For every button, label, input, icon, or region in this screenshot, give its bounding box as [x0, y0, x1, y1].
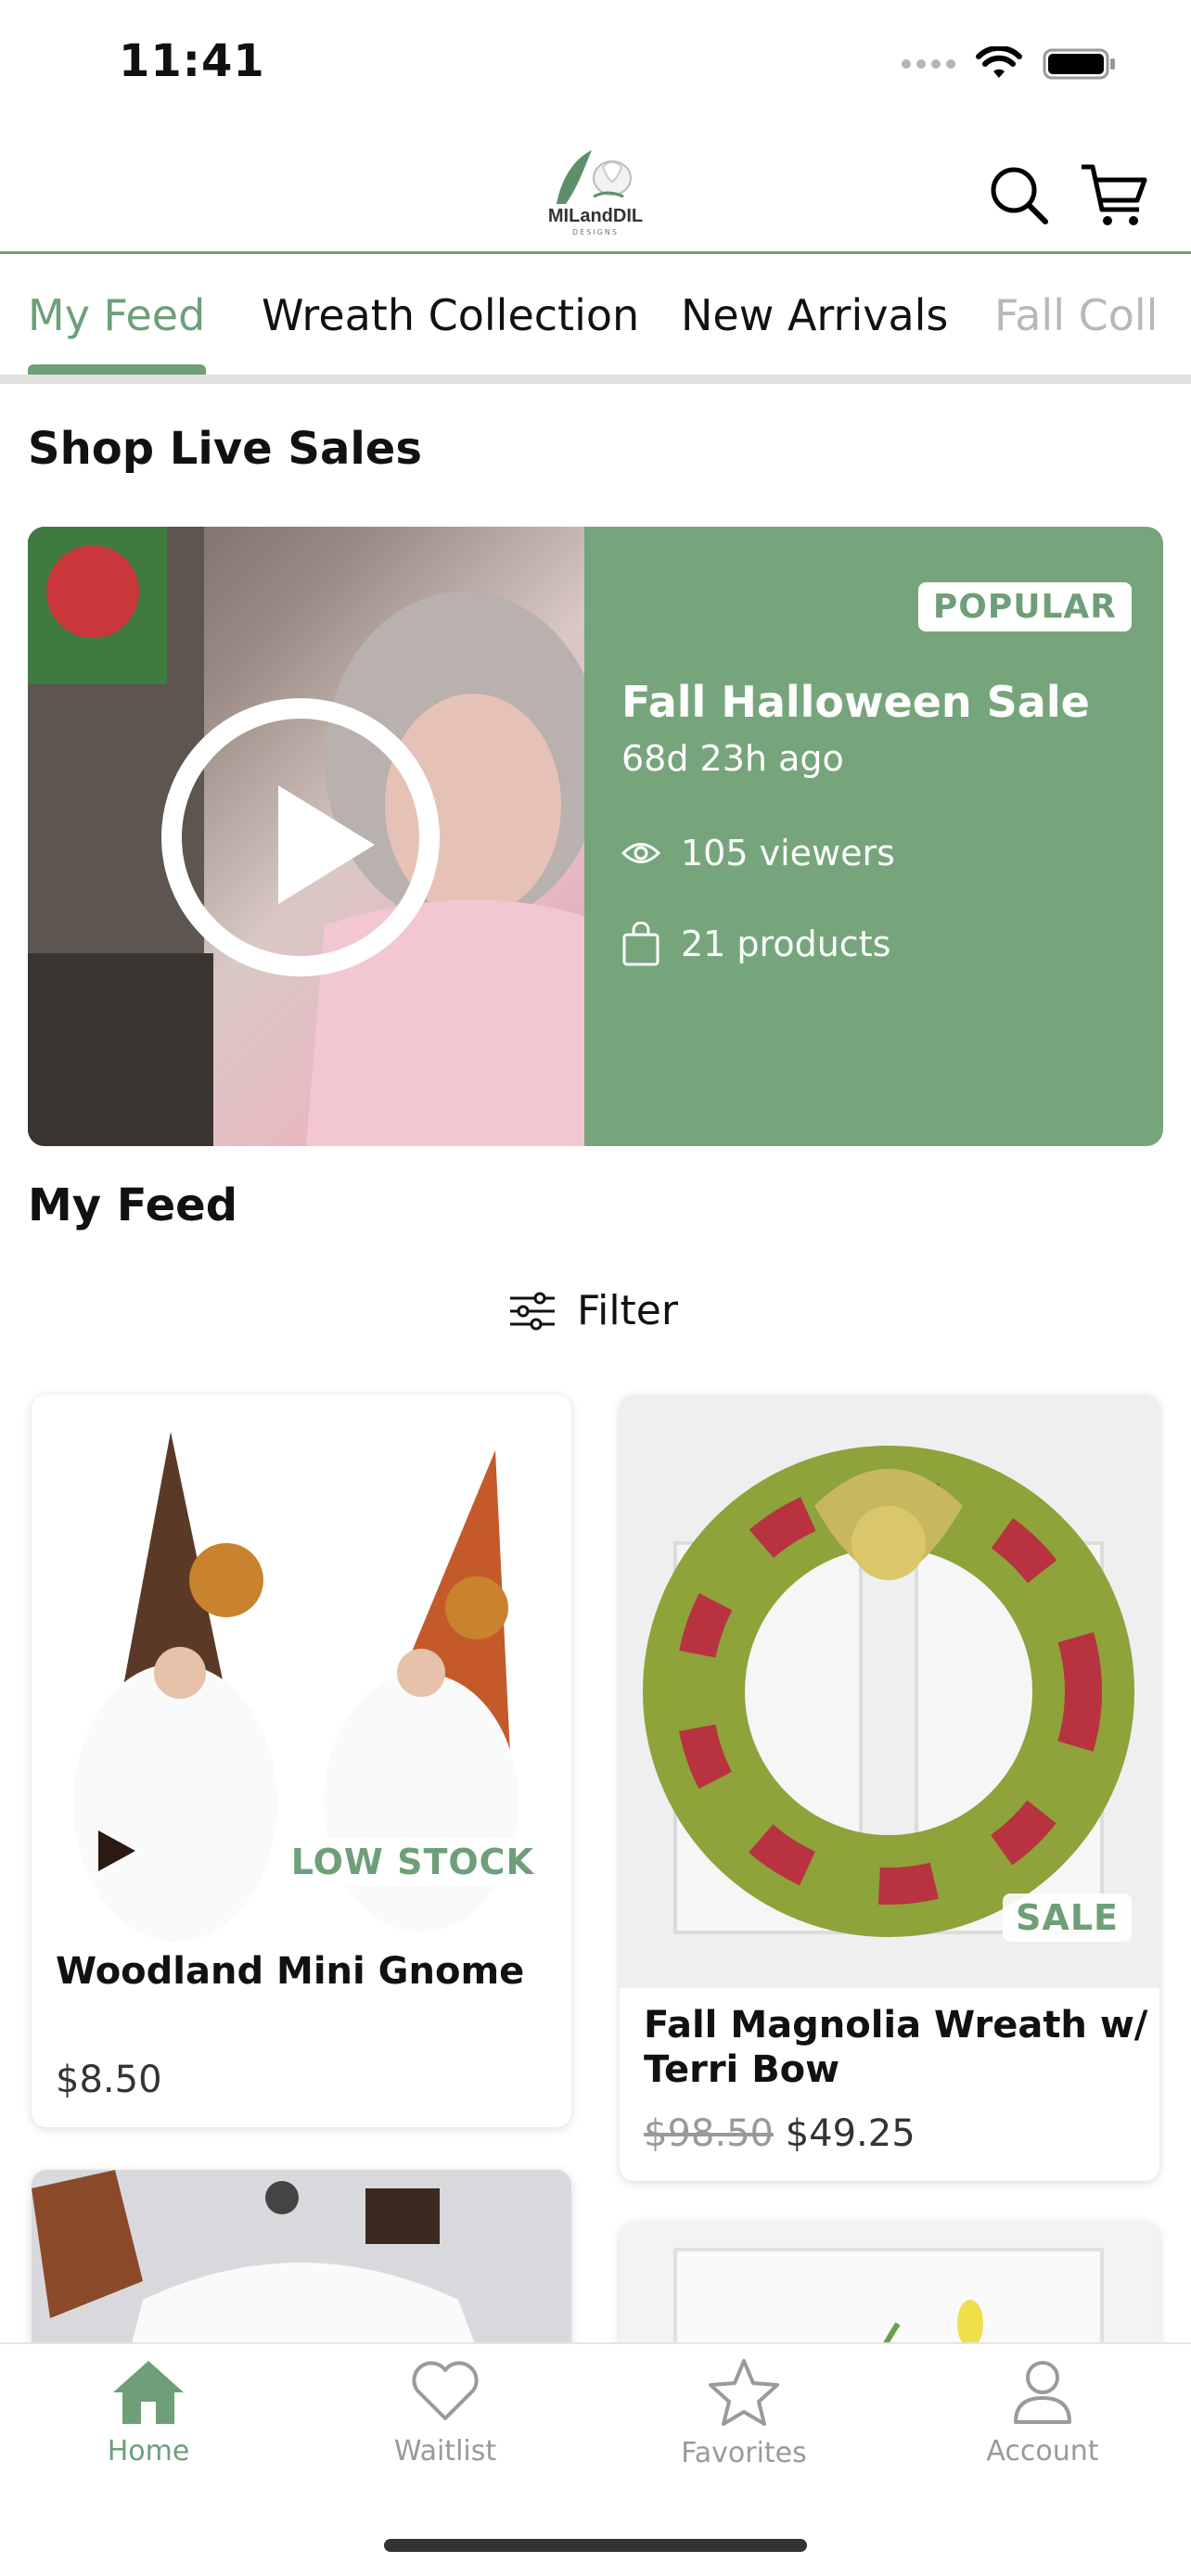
- product-card-wreath[interactable]: SALE Fall Magnolia Wreath w/ Terri Bow $…: [620, 1395, 1159, 2181]
- active-tab-indicator: [28, 364, 206, 375]
- home-icon: [113, 2361, 184, 2424]
- cart-icon: [1082, 164, 1147, 225]
- filter-button[interactable]: Filter: [508, 1287, 678, 1334]
- person-icon: [1014, 2361, 1071, 2424]
- heart-icon: [412, 2361, 479, 2420]
- nav-waitlist[interactable]: Waitlist: [352, 2357, 538, 2468]
- search-icon: [991, 167, 1048, 224]
- search-button[interactable]: [981, 158, 1056, 232]
- sale-badge: SALE: [1003, 1894, 1132, 1942]
- products-row: 21 products: [621, 922, 890, 966]
- nav-account-label: Account: [986, 2435, 1099, 2468]
- product-name-line-1: Fall Magnolia Wreath w/: [644, 2004, 1148, 2047]
- status-time: 11:41: [119, 35, 265, 87]
- live-sale-card[interactable]: POPULAR Fall Halloween Sale 68d 23h ago …: [28, 527, 1163, 1146]
- filter-label: Filter: [577, 1287, 678, 1334]
- eye-icon: [621, 843, 660, 863]
- status-bar: 11:41: [0, 0, 1191, 130]
- play-icon: [278, 785, 375, 904]
- brand-logo[interactable]: MILandDIL DESIGNS: [538, 141, 653, 245]
- my-feed-heading: My Feed: [28, 1180, 238, 1231]
- viewers-count: 105 viewers: [681, 833, 895, 874]
- product-name: Woodland Mini Gnome: [56, 1950, 525, 1993]
- logo-subtext: DESIGNS: [572, 228, 619, 236]
- live-sale-title: Fall Halloween Sale: [621, 677, 1090, 727]
- tab-new-arrivals[interactable]: New Arrivals: [681, 290, 948, 340]
- sliders-icon: [510, 1292, 555, 1330]
- play-button[interactable]: [161, 698, 440, 976]
- popular-badge: POPULAR: [917, 582, 1132, 631]
- nav-favorites[interactable]: Favorites: [651, 2357, 837, 2469]
- tab-wreath-collection[interactable]: Wreath Collection: [262, 290, 639, 340]
- shopping-bag-icon: [622, 922, 660, 966]
- low-stock-badge: LOW STOCK: [277, 1838, 547, 1886]
- battery-icon: [1043, 48, 1115, 80]
- nav-home-label: Home: [107, 2435, 190, 2468]
- signal-icon: [902, 59, 955, 69]
- status-icons: [902, 46, 1117, 82]
- live-sale-info: POPULAR Fall Halloween Sale 68d 23h ago …: [584, 527, 1163, 1146]
- app-header: MILandDIL DESIGNS: [0, 130, 1191, 254]
- nav-waitlist-label: Waitlist: [393, 2435, 497, 2468]
- product-price-row: $98.50 $49.25: [644, 2112, 916, 2155]
- live-sales-heading: Shop Live Sales: [28, 423, 422, 475]
- product-name-line-2: Terri Bow: [644, 2048, 840, 2091]
- cart-button[interactable]: [1076, 158, 1150, 232]
- wifi-icon: [976, 46, 1022, 78]
- star-icon: [709, 2359, 779, 2426]
- product-image: LOW STOCK: [32, 1395, 571, 1942]
- product-price: $8.50: [56, 2059, 162, 2101]
- home-indicator[interactable]: [384, 2539, 807, 2552]
- tab-fall-collection[interactable]: Fall Coll: [994, 290, 1158, 340]
- live-video-thumbnail[interactable]: [28, 527, 584, 1146]
- viewers-row: 105 viewers: [621, 833, 895, 874]
- logo-text: MILandDIL: [547, 206, 644, 226]
- sale-price: $49.25: [785, 2112, 916, 2155]
- nav-favorites-label: Favorites: [681, 2437, 807, 2469]
- original-price: $98.50: [644, 2112, 774, 2155]
- category-tabs: My Feed Wreath Collection New Arrivals F…: [0, 257, 1191, 384]
- product-image: SALE: [620, 1395, 1159, 1988]
- products-count: 21 products: [681, 924, 891, 964]
- product-name: Fall Magnolia Wreath w/ Terri Bow: [644, 2003, 1147, 2092]
- live-sale-time-ago: 68d 23h ago: [621, 738, 844, 779]
- product-card-gnome[interactable]: LOW STOCK Woodland Mini Gnome $8.50: [32, 1395, 571, 2127]
- lily-logo-icon: [557, 150, 632, 204]
- nav-account[interactable]: Account: [950, 2357, 1135, 2468]
- nav-home[interactable]: Home: [56, 2357, 241, 2468]
- tab-my-feed[interactable]: My Feed: [28, 290, 205, 340]
